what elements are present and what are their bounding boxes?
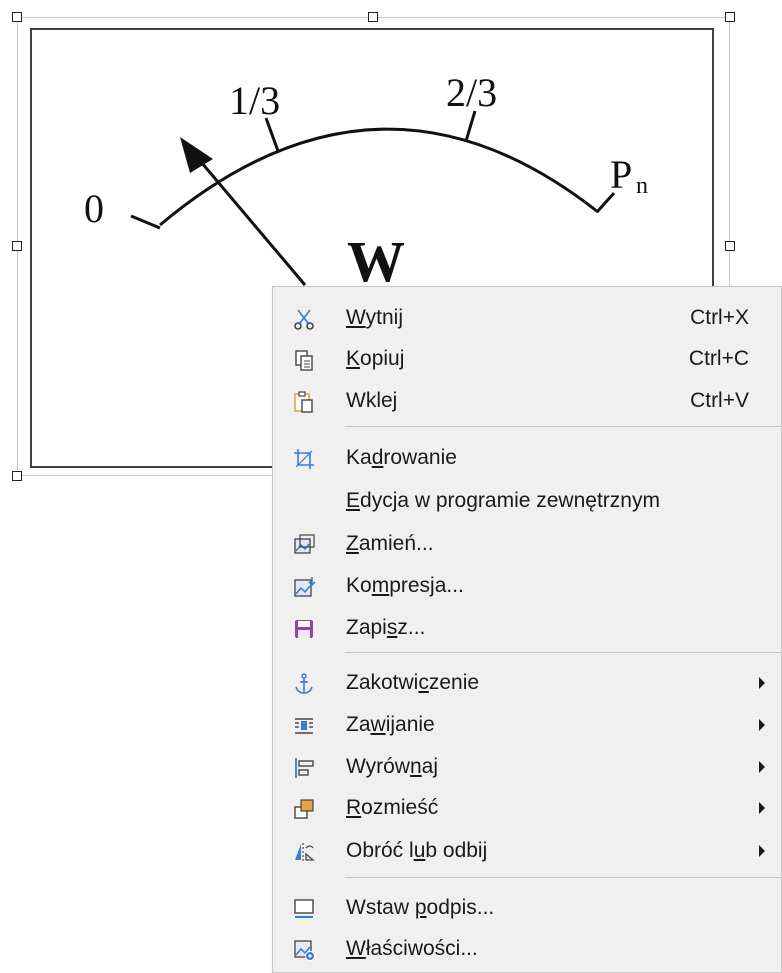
menu-item-label: Wklej xyxy=(346,389,398,412)
copy-icon xyxy=(291,347,317,373)
resize-handle-bottom-left[interactable] xyxy=(12,471,22,481)
menu-item-replace[interactable]: Zamień... xyxy=(273,524,781,564)
context-menu: Wytnij Ctrl+X Kopiuj Ctrl+C Wklej Ctrl+V xyxy=(272,286,782,973)
submenu-arrow-icon xyxy=(759,802,765,814)
gauge-left-tick xyxy=(130,214,161,230)
menu-item-label: Kopiuj xyxy=(346,347,405,370)
compress-image-icon xyxy=(291,574,317,600)
menu-item-paste[interactable]: Wklej Ctrl+V xyxy=(273,381,781,421)
menu-item-external-edit[interactable]: Edycja w programie zewnętrznym xyxy=(273,481,781,521)
properties-icon xyxy=(291,937,317,963)
menu-item-label: Obróć lub odbij xyxy=(346,839,488,862)
menu-item-label: Kompresja... xyxy=(346,574,464,597)
scissors-icon xyxy=(291,306,317,332)
menu-item-align[interactable]: Wyrównaj xyxy=(273,747,781,787)
menu-shortcut: Ctrl+V xyxy=(690,389,749,412)
arrange-icon xyxy=(291,796,317,822)
gauge-label-two-thirds: 2/3 xyxy=(446,70,497,115)
gauge-scale-arc xyxy=(159,127,599,227)
menu-item-save[interactable]: Zapisz... xyxy=(273,608,781,648)
submenu-arrow-icon xyxy=(759,845,765,857)
gauge-label-one-third: 1/3 xyxy=(229,78,280,123)
gauge-label-p: P xyxy=(610,152,632,197)
menu-item-anchor[interactable]: Zakotwiczenie xyxy=(273,663,781,703)
menu-item-cut[interactable]: Wytnij Ctrl+X xyxy=(273,298,781,338)
gauge-needle xyxy=(194,155,307,286)
menu-separator xyxy=(345,426,781,427)
menu-item-compress[interactable]: Kompresja... xyxy=(273,566,781,606)
menu-separator xyxy=(345,877,781,878)
menu-item-properties[interactable]: Właściwości... xyxy=(273,929,781,969)
menu-item-label: Wyrównaj xyxy=(346,755,439,778)
resize-handle-top-center[interactable] xyxy=(368,12,378,22)
resize-handle-middle-left[interactable] xyxy=(12,241,22,251)
paste-icon xyxy=(291,389,317,415)
rotate-flip-icon xyxy=(291,839,317,865)
submenu-arrow-icon xyxy=(759,677,765,689)
menu-item-label: Edycja w programie zewnętrznym xyxy=(346,489,660,512)
menu-item-insert-caption[interactable]: Wstaw podpis... xyxy=(273,888,781,928)
menu-item-crop[interactable]: Kadrowanie xyxy=(273,438,781,478)
submenu-arrow-icon xyxy=(759,761,765,773)
crop-icon xyxy=(291,446,317,472)
anchor-icon xyxy=(291,671,317,697)
menu-item-label: Właściwości... xyxy=(346,937,478,960)
resize-handle-middle-right[interactable] xyxy=(725,241,735,251)
gauge-label-zero: 0 xyxy=(84,186,104,231)
resize-handle-top-left[interactable] xyxy=(12,12,22,22)
submenu-arrow-icon xyxy=(759,719,765,731)
menu-item-arrange[interactable]: Rozmieść xyxy=(273,788,781,828)
caption-icon xyxy=(291,896,317,922)
menu-item-label: Zapisz... xyxy=(346,616,426,639)
align-icon xyxy=(291,755,317,781)
wrap-icon xyxy=(291,713,317,739)
replace-image-icon xyxy=(291,532,317,558)
menu-item-label: Zakotwiczenie xyxy=(346,671,480,694)
menu-item-wrap[interactable]: Zawijanie xyxy=(273,705,781,745)
gauge-needle-arrowhead xyxy=(180,137,213,173)
menu-item-label: Zawijanie xyxy=(346,713,435,736)
gauge-tick-two-thirds xyxy=(464,110,477,142)
gauge-label-p-subscript: n xyxy=(636,173,648,199)
menu-separator xyxy=(345,652,781,653)
menu-item-rotate-flip[interactable]: Obróć lub odbij xyxy=(273,831,781,871)
menu-item-label: Rozmieść xyxy=(346,796,439,819)
resize-handle-top-right[interactable] xyxy=(725,12,735,22)
menu-shortcut: Ctrl+C xyxy=(688,347,749,370)
menu-item-copy[interactable]: Kopiuj Ctrl+C xyxy=(273,339,781,379)
menu-item-label: Wytnij xyxy=(346,306,403,329)
menu-item-label: Zamień... xyxy=(346,532,434,555)
menu-shortcut: Ctrl+X xyxy=(690,306,749,329)
gauge-label-w: W xyxy=(347,229,405,294)
menu-item-label: Wstaw podpis... xyxy=(346,896,495,919)
menu-item-label: Kadrowanie xyxy=(346,446,457,469)
save-icon xyxy=(291,616,317,642)
